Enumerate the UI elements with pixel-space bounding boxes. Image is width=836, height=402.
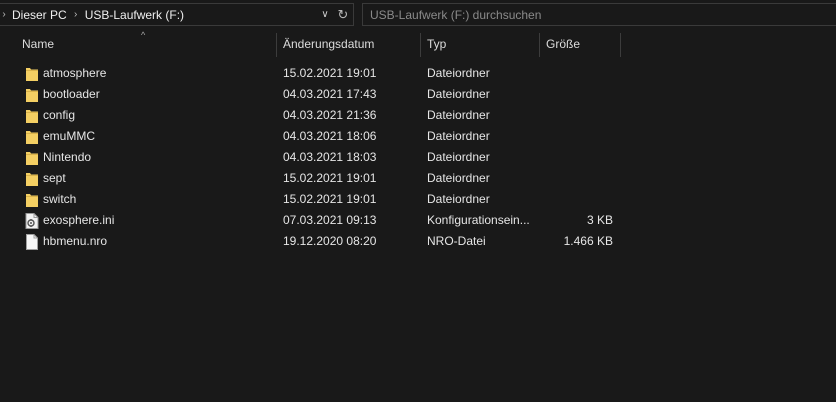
- file-row[interactable]: atmosphere 15.02.2021 19:01 Dateiordner: [0, 63, 836, 84]
- column-header-date[interactable]: Änderungsdatum: [277, 31, 420, 58]
- file-type: Dateiordner: [427, 129, 490, 143]
- folder-icon: [26, 130, 38, 144]
- file-row[interactable]: exosphere.ini 07.03.2021 09:13 Konfigurati…: [0, 210, 836, 231]
- breadcrumb-item-usb-laufwerk[interactable]: USB-Laufwerk (F:): [81, 8, 188, 22]
- file-row[interactable]: Nintendo 04.03.2021 18:03 Dateiordner: [0, 147, 836, 168]
- file-name: config: [43, 108, 76, 122]
- file-row[interactable]: sept 15.02.2021 19:01 Dateiordner: [0, 168, 836, 189]
- breadcrumb-item-dieser-pc[interactable]: Dieser PC: [8, 8, 71, 22]
- file-name: emuMMC: [43, 129, 96, 143]
- breadcrumb-separator-icon[interactable]: ›: [71, 9, 81, 20]
- file-name: bootloader: [43, 87, 100, 101]
- file-name: switch: [43, 192, 77, 206]
- folder-icon: [26, 67, 38, 81]
- file-type: Dateiordner: [427, 66, 490, 80]
- file-type: Konfigurationsein...: [427, 213, 530, 227]
- file-date: 04.03.2021 21:36: [283, 108, 377, 122]
- folder-icon: [26, 88, 38, 102]
- file-row[interactable]: emuMMC 04.03.2021 18:06 Dateiordner: [0, 126, 836, 147]
- file-size: [540, 63, 613, 84]
- file-date: 04.03.2021 18:03: [283, 150, 377, 164]
- column-header-name[interactable]: Name: [16, 31, 276, 58]
- folder-icon: [26, 172, 38, 186]
- file-type: Dateiordner: [427, 171, 490, 185]
- file-date: 04.03.2021 17:43: [283, 87, 377, 101]
- file-date: 15.02.2021 19:01: [283, 66, 377, 80]
- file-size: [540, 147, 613, 168]
- address-history-chevron-down-icon[interactable]: ∨: [318, 7, 332, 23]
- column-header-size[interactable]: Größe: [540, 31, 620, 58]
- file-icon: [25, 234, 39, 250]
- file-size: [540, 105, 613, 126]
- file-name: Nintendo: [43, 150, 92, 164]
- file-size: 1.466 KB: [563, 234, 613, 248]
- file-type: Dateiordner: [427, 150, 490, 164]
- file-type: Dateiordner: [427, 108, 490, 122]
- file-type: NRO-Datei: [427, 234, 486, 248]
- file-name: sept: [43, 171, 66, 185]
- refresh-icon[interactable]: ↻: [335, 6, 351, 24]
- file-size: 3 KB: [586, 213, 613, 227]
- file-date: 15.02.2021 19:01: [283, 171, 377, 185]
- navigation-bar: › Dieser PC › USB-Laufwerk (F:) ∨ ↻: [0, 0, 836, 30]
- file-size: [540, 126, 613, 147]
- file-date: 15.02.2021 19:01: [283, 192, 377, 206]
- file-date: 07.03.2021 09:13: [283, 213, 377, 227]
- file-name: hbmenu.nro: [43, 234, 108, 248]
- file-row[interactable]: hbmenu.nro 19.12.2020 08:20 NRO-Datei 1.466…: [0, 231, 836, 252]
- column-divider[interactable]: [620, 33, 621, 57]
- file-row[interactable]: config 04.03.2021 21:36 Dateiordner: [0, 105, 836, 126]
- file-type: Dateiordner: [427, 87, 490, 101]
- search-input[interactable]: [362, 3, 836, 26]
- file-date: 19.12.2020 08:20: [283, 234, 377, 248]
- column-header: ^ Name Änderungsdatum Typ Größe: [0, 30, 836, 58]
- folder-icon: [26, 193, 38, 207]
- file-date: 04.03.2021 18:06: [283, 129, 377, 143]
- column-header-type[interactable]: Typ: [421, 31, 539, 58]
- address-bar[interactable]: › Dieser PC › USB-Laufwerk (F:) ∨ ↻: [0, 3, 354, 26]
- breadcrumb-separator-icon[interactable]: ›: [0, 9, 8, 20]
- file-type: Dateiordner: [427, 192, 490, 206]
- file-name: exosphere.ini: [43, 213, 115, 227]
- folder-icon: [26, 109, 38, 123]
- file-row[interactable]: bootloader 04.03.2021 17:43 Dateiordner: [0, 84, 836, 105]
- folder-icon: [26, 151, 38, 165]
- file-row[interactable]: switch 15.02.2021 19:01 Dateiordner: [0, 189, 836, 210]
- file-size: [540, 168, 613, 189]
- file-size: [540, 84, 613, 105]
- file-size: [540, 189, 613, 210]
- file-name: atmosphere: [43, 66, 107, 80]
- settings-file-icon: [25, 213, 39, 229]
